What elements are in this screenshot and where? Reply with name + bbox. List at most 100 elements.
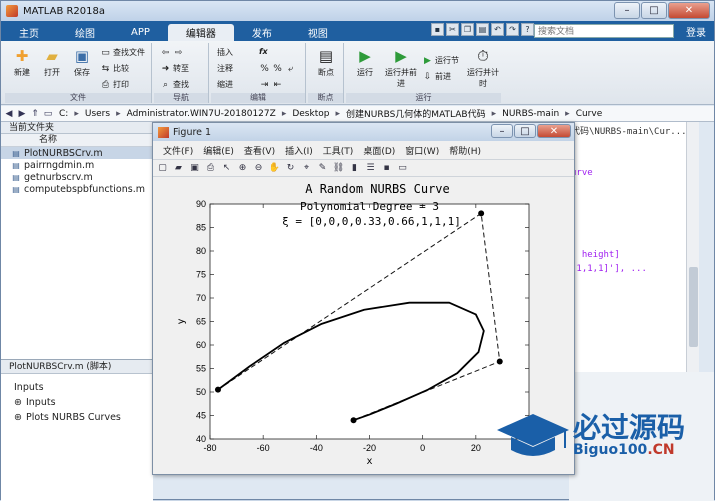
minimize-button[interactable]: – bbox=[614, 2, 640, 19]
comment-toggle-icons[interactable]: %% ⤶ bbox=[259, 63, 296, 74]
quick-access-toolbar: ▪ ✂ ❐ ▤ ↶ ↷ ? bbox=[431, 23, 534, 36]
rotate-icon[interactable]: ↻ bbox=[284, 162, 297, 175]
open-icon[interactable]: ▰ bbox=[172, 162, 185, 175]
figure-maximize-button[interactable]: □ bbox=[514, 124, 536, 138]
cut-quick-icon[interactable]: ✂ bbox=[446, 23, 459, 36]
menu-tools[interactable]: 工具(T) bbox=[323, 144, 354, 157]
menu-edit[interactable]: 编辑(E) bbox=[203, 144, 234, 157]
file-item[interactable]: ▤ pairrngdmin.m bbox=[1, 159, 152, 171]
menu-view[interactable]: 查看(V) bbox=[244, 144, 275, 157]
title-bar: MATLAB R2018a – □ ✕ bbox=[1, 1, 714, 21]
search-docs-input[interactable] bbox=[534, 24, 674, 38]
find-button[interactable]: ⌕ 查找 bbox=[160, 79, 189, 90]
run-button[interactable]: ▶ 运行 bbox=[350, 47, 380, 78]
pan-icon[interactable]: ✋ bbox=[268, 162, 281, 175]
outdent-icon: ⇤ bbox=[273, 79, 282, 90]
pointer-icon[interactable]: ↖ bbox=[220, 162, 233, 175]
name-column-header[interactable]: 名称 bbox=[1, 134, 152, 147]
brush-icon[interactable]: ✎ bbox=[316, 162, 329, 175]
save-quick-icon[interactable]: ▪ bbox=[431, 23, 444, 36]
run-section-icon: ▶ bbox=[424, 55, 431, 66]
file-item[interactable]: ▤ computebspbfunctions.m bbox=[1, 183, 152, 195]
menu-desktop[interactable]: 桌面(D) bbox=[363, 144, 395, 157]
menu-help[interactable]: 帮助(H) bbox=[449, 144, 481, 157]
close-button[interactable]: ✕ bbox=[668, 2, 710, 19]
run-section-button[interactable]: ▶ 运行节 bbox=[422, 55, 459, 66]
undo-quick-icon[interactable]: ↶ bbox=[491, 23, 504, 36]
indent-button[interactable]: 缩进 bbox=[217, 79, 233, 90]
legend-icon[interactable]: ☰ bbox=[364, 162, 377, 175]
link-icon[interactable]: ⛓ bbox=[332, 162, 345, 175]
zoom-out-icon[interactable]: ⊖ bbox=[252, 162, 265, 175]
figure-close-button[interactable]: ✕ bbox=[537, 124, 571, 138]
menu-insert[interactable]: 插入(I) bbox=[285, 144, 313, 157]
code-editor[interactable]: 代码\NURBS-main\Cur... urve , height] ,1,1… bbox=[569, 122, 687, 372]
zoom-in-icon[interactable]: ⊕ bbox=[236, 162, 249, 175]
login-link[interactable]: 登录 bbox=[686, 24, 706, 39]
editor-line: , height] bbox=[571, 250, 620, 260]
ribbon: ✚ 新建 ▰ 打开 ▣ 保存 ▭ 查找文件 ⇆ 比较 ⎙ 打印 文件 ⇦ ⇨ ➜ 转至 ⌕ 查找 … bbox=[1, 41, 714, 105]
window-title: MATLAB R2018a bbox=[23, 5, 106, 17]
goto-button[interactable]: ➜ 转至 bbox=[160, 63, 189, 74]
find-files-button[interactable]: ▭ 查找文件 bbox=[100, 47, 145, 58]
fx-button[interactable]: fx bbox=[259, 47, 268, 56]
tab-apps[interactable]: APP bbox=[113, 24, 168, 41]
new-button[interactable]: ✚ 新建 bbox=[7, 47, 37, 78]
control-point bbox=[214, 386, 221, 393]
compare-button[interactable]: ⇆ 比较 bbox=[100, 63, 129, 74]
editor-scrollbar[interactable] bbox=[686, 122, 699, 372]
crumb-curve[interactable]: Curve bbox=[576, 109, 603, 119]
menu-file[interactable]: 文件(F) bbox=[163, 144, 193, 157]
copy-quick-icon[interactable]: ❐ bbox=[461, 23, 474, 36]
new-figure-icon[interactable]: ▢ bbox=[156, 162, 169, 175]
redo-quick-icon[interactable]: ↷ bbox=[506, 23, 519, 36]
save-button[interactable]: ▣ 保存 bbox=[67, 47, 97, 78]
comment-button[interactable]: 注释 bbox=[217, 63, 233, 74]
colorbar-icon[interactable]: ▮ bbox=[348, 162, 361, 175]
x-tick-label: -80 bbox=[203, 443, 216, 453]
file-item[interactable]: ▤ getnurbscrv.m bbox=[1, 171, 152, 183]
run-advance-button[interactable]: ▶ 运行并前进 bbox=[384, 47, 418, 89]
m-file-icon: ▤ bbox=[12, 160, 20, 170]
crumb-nurbs-main[interactable]: NURBS-main bbox=[502, 109, 559, 119]
tab-publish[interactable]: 发布 bbox=[234, 24, 290, 41]
indent-icons[interactable]: ⇥ ⇤ bbox=[259, 79, 283, 90]
crumb-user[interactable]: Administrator.WIN7U-20180127Z bbox=[127, 109, 276, 119]
nav-arrows-button[interactable]: ⇦ ⇨ bbox=[160, 47, 184, 58]
open-button[interactable]: ▰ 打开 bbox=[37, 47, 67, 78]
tab-plots[interactable]: 绘图 bbox=[57, 24, 113, 41]
forward-icon[interactable]: ▶ bbox=[17, 109, 27, 119]
dock-icon[interactable]: ▭ bbox=[396, 162, 409, 175]
paste-quick-icon[interactable]: ▤ bbox=[476, 23, 489, 36]
crumb-desktop[interactable]: Desktop bbox=[292, 109, 329, 119]
details-item[interactable]: ⊛ Inputs bbox=[1, 393, 153, 408]
y-tick-label: 85 bbox=[196, 223, 206, 233]
details-item[interactable]: ⊛ Plots NURBS Curves bbox=[1, 408, 153, 423]
up-folder-icon[interactable]: ⇑ bbox=[30, 109, 40, 119]
m-file-icon: ▤ bbox=[12, 172, 20, 182]
tab-view[interactable]: 视图 bbox=[290, 24, 346, 41]
tab-editor[interactable]: 编辑器 bbox=[167, 24, 234, 41]
tab-home[interactable]: 主页 bbox=[1, 24, 57, 41]
run-time-button[interactable]: ⏱ 运行并计时 bbox=[466, 47, 500, 89]
maximize-button[interactable]: □ bbox=[641, 2, 667, 19]
hide-tools-icon[interactable]: ▪ bbox=[380, 162, 393, 175]
crumb-drive[interactable]: C: bbox=[59, 109, 68, 119]
arrow-right-icon: ⇨ bbox=[174, 47, 183, 58]
browse-folder-icon[interactable]: ▭ bbox=[43, 109, 53, 119]
crumb-project[interactable]: 创建NURBS几何体的MATLAB代码 bbox=[346, 107, 486, 120]
figure-minimize-button[interactable]: – bbox=[491, 124, 513, 138]
data-cursor-icon[interactable]: ⌖ bbox=[300, 162, 313, 175]
print-button[interactable]: ⎙ 打印 bbox=[100, 79, 129, 90]
crumb-users[interactable]: Users bbox=[85, 109, 110, 119]
insert-button[interactable]: 插入 bbox=[217, 47, 233, 58]
save-icon[interactable]: ▣ bbox=[188, 162, 201, 175]
menu-window[interactable]: 窗口(W) bbox=[405, 144, 439, 157]
back-icon[interactable]: ◀ bbox=[4, 109, 14, 119]
file-item[interactable]: ▤ PlotNURBSCrv.m bbox=[1, 147, 152, 159]
breakpoints-button[interactable]: ▤ 断点 bbox=[311, 47, 341, 78]
help-quick-icon[interactable]: ? bbox=[521, 23, 534, 36]
advance-button[interactable]: ⇩ 前进 bbox=[422, 71, 451, 82]
print-icon[interactable]: ⎙ bbox=[204, 162, 217, 175]
scrollbar-thumb[interactable] bbox=[689, 267, 698, 347]
